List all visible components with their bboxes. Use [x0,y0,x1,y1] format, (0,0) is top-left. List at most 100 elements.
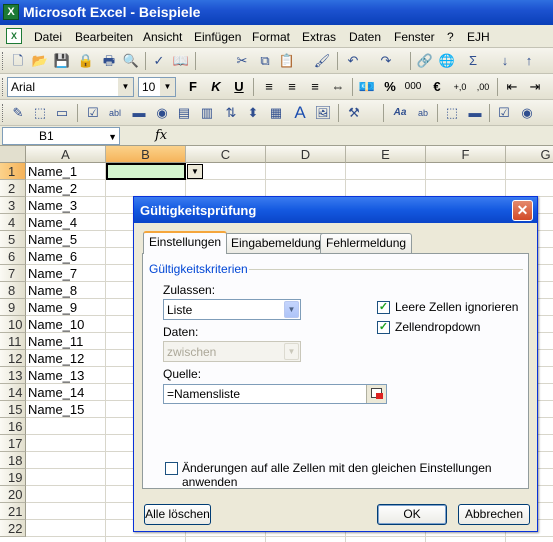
row-header[interactable]: 3 [0,197,26,214]
column-header-b[interactable]: B [106,146,186,163]
cell-a[interactable]: Name_13 [28,367,84,384]
cut-icon[interactable]: ✂ [233,52,251,70]
undo-icon[interactable]: ↶ [344,52,362,70]
option-radio-icon[interactable]: ◉ [518,104,536,122]
align-left-icon[interactable]: ≡ [260,78,278,96]
control-properties-icon[interactable]: ▦ [267,104,285,122]
cell-a[interactable]: Name_11 [28,333,83,350]
row-header[interactable]: 2 [0,180,26,197]
row-header[interactable]: 13 [0,367,26,384]
textbox-control-icon[interactable]: abl [106,104,124,122]
fx-icon[interactable]: fx [155,128,167,143]
check-control-icon[interactable]: ☑ [495,104,513,122]
column-header-f[interactable]: F [426,146,506,163]
menu-daten[interactable]: Daten [349,30,381,44]
spinner-control-icon[interactable]: ⬍ [244,104,262,122]
thousands-icon[interactable]: 000 [402,78,424,96]
cell-a[interactable]: Name_7 [28,265,77,282]
wordart-icon[interactable]: A [291,104,309,122]
tab-fehlermeldung[interactable]: Fehlermeldung [320,233,413,253]
row-header[interactable]: 18 [0,452,26,469]
cell-a[interactable]: Name_14 [28,384,84,401]
column-header-e[interactable]: E [346,146,426,163]
toolbar-grip[interactable] [2,52,5,70]
align-right-icon[interactable]: ≡ [306,78,324,96]
sort-ascending-icon[interactable]: ↓ [496,52,514,70]
row-header[interactable]: 5 [0,231,26,248]
picture-icon[interactable]: 🖼 [314,104,332,122]
euro-icon[interactable]: € [428,78,446,96]
apply-all-checkbox[interactable] [165,462,178,475]
row-header[interactable]: 12 [0,350,26,367]
menu-ejh[interactable]: EJH [467,30,490,44]
font-combo[interactable]: Arial ▼ [7,77,134,97]
row-header[interactable]: 20 [0,486,26,503]
apply-all-label[interactable]: Änderungen auf alle Zellen mit den gleic… [182,461,528,489]
combobox-control-icon[interactable]: ▥ [198,104,216,122]
frame-control-icon[interactable]: ⬚ [443,104,461,122]
row-header[interactable]: 15 [0,401,26,418]
menu-ansicht[interactable]: Ansicht [143,30,182,44]
menu-datei[interactable]: Datei [34,30,62,44]
toolbar-grip[interactable] [2,104,5,122]
column-header-c[interactable]: C [186,146,266,163]
row-header[interactable]: 4 [0,214,26,231]
row-header[interactable]: 9 [0,299,26,316]
row-header[interactable]: 16 [0,418,26,435]
listbox-control-icon[interactable]: ▤ [175,104,193,122]
percent-icon[interactable]: % [381,78,399,96]
increase-decimal-icon[interactable]: +,0 [451,78,469,96]
print-preview-icon[interactable]: 🔍 [122,52,140,70]
print-icon[interactable]: 🖶 [100,52,118,70]
zulassen-select[interactable]: Liste ▼ [163,299,301,320]
toolbar-grip[interactable] [2,78,5,96]
clear-all-button[interactable]: Alle löschen [144,504,211,525]
menu-help[interactable]: ? [447,30,454,44]
research-icon[interactable]: 📖 [172,52,190,70]
row-header[interactable]: 8 [0,282,26,299]
button-control-icon[interactable]: ▭ [53,104,71,122]
new-icon[interactable]: 🗋 [9,52,27,70]
sort-descending-icon[interactable]: ↑ [520,52,538,70]
bold-icon[interactable]: F [184,78,202,96]
excel-app-icon[interactable]: X [3,4,19,20]
align-center-icon[interactable]: ≡ [283,78,301,96]
cell-a[interactable]: Name_12 [28,350,84,367]
name-box[interactable]: B1 ▼ [2,127,120,145]
autosum-icon[interactable]: Σ [464,52,482,70]
menu-format[interactable]: Format [252,30,290,44]
active-cell-b1[interactable] [106,163,186,180]
cell-a[interactable]: Name_3 [28,197,77,214]
row-header[interactable]: 7 [0,265,26,282]
scrollbar-control-icon[interactable]: ⇅ [222,104,240,122]
open-icon[interactable]: 📂 [31,52,49,70]
permission-icon[interactable]: 🔒 [77,52,95,70]
row-header[interactable]: 11 [0,333,26,350]
indent-icon[interactable]: ⇥ [526,78,544,96]
row-header[interactable]: 22 [0,520,26,537]
chevron-down-icon[interactable]: ▼ [284,301,299,318]
column-header-g[interactable]: G [506,146,553,163]
checkbox-control-icon[interactable]: ☑ [84,104,102,122]
paste-icon[interactable]: 📋 [278,52,296,70]
tab-einstellungen[interactable]: Einstellungen [143,231,228,254]
zellendropdown-checkbox[interactable]: ✓ [377,321,390,334]
range-select-icon[interactable] [366,385,386,403]
chevron-down-icon[interactable]: ▼ [160,78,175,96]
textfield-icon[interactable]: Aa [391,104,409,122]
column-header-a[interactable]: A [26,146,106,163]
option-control-icon[interactable]: ▬ [130,104,148,122]
cell-a[interactable]: Name_8 [28,282,77,299]
select-all-corner[interactable] [0,146,26,163]
spelling-icon[interactable]: ✓ [150,52,168,70]
cell-a[interactable]: Name_5 [28,231,77,248]
row-header[interactable]: 14 [0,384,26,401]
leere-zellen-label[interactable]: Leere Zellen ignorieren [395,300,518,314]
menu-extras[interactable]: Extras [302,30,336,44]
row-header[interactable]: 10 [0,316,26,333]
cell-a[interactable]: Name_10 [28,316,84,333]
zellendropdown-label[interactable]: Zellendropdown [395,320,480,334]
workbook-icon[interactable]: X [6,28,22,44]
outdent-icon[interactable]: ⇤ [503,78,521,96]
ok-button[interactable]: OK [377,504,447,525]
